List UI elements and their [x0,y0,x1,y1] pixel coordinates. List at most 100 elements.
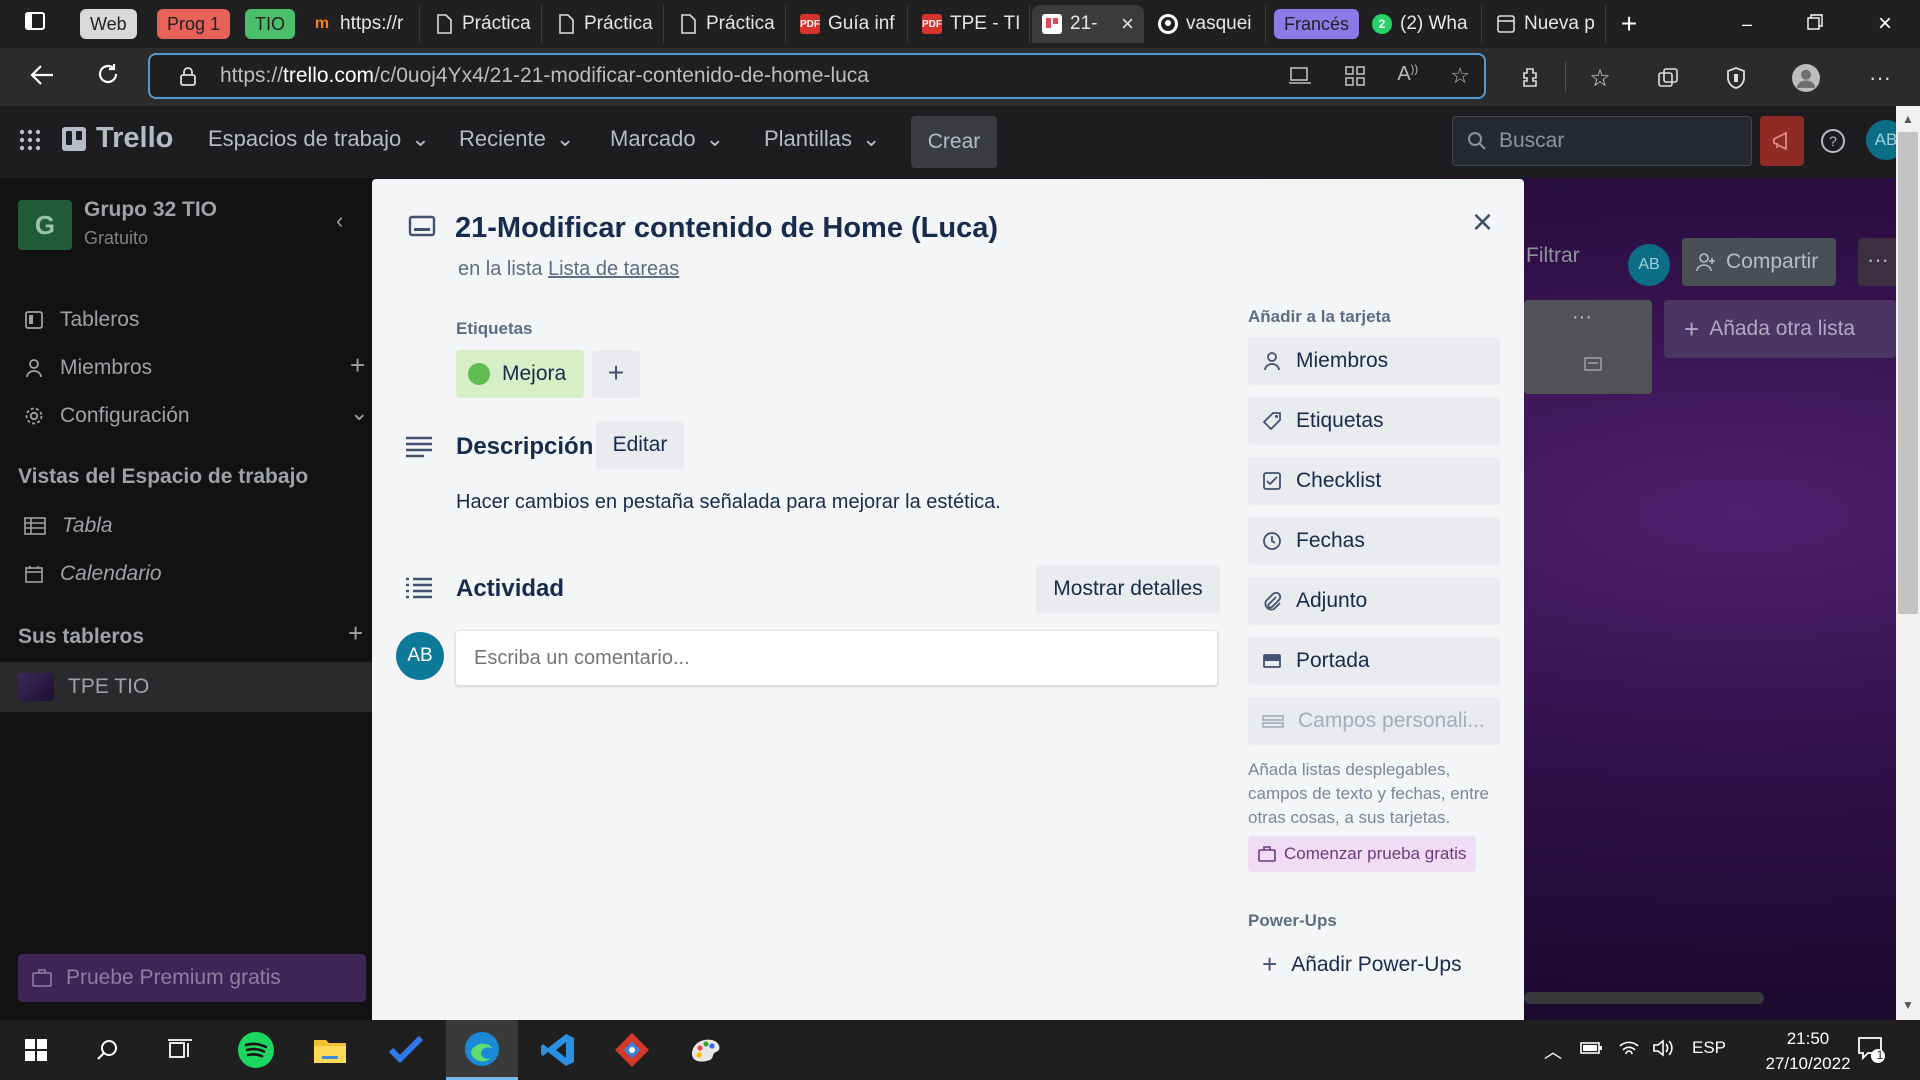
restore-icon[interactable] [1800,10,1830,38]
add-favorite-icon[interactable]: ☆ [1450,63,1470,89]
sidebar-item-members[interactable]: Miembros [24,356,152,380]
label-chip-mejora[interactable]: Mejora [456,350,585,398]
refresh-icon[interactable] [92,62,124,94]
labels-button[interactable]: Etiquetas [1248,397,1500,445]
card-title[interactable]: 21-Modificar contenido de Home (Luca) [455,212,998,245]
tab-group-prog1[interactable]: Prog 1 [157,9,231,39]
tab-guia[interactable]: PDF Guía inf [790,5,908,43]
back-icon[interactable] [26,62,58,94]
tab-new[interactable]: Nueva p [1486,5,1606,43]
clock[interactable]: 21:50 27/10/2022 [1748,1026,1868,1076]
comment-input[interactable] [455,630,1218,686]
close-modal-icon[interactable]: × [1472,201,1493,243]
sidebar-item-settings[interactable]: Configuración [24,404,190,428]
dates-button[interactable]: Fechas [1248,517,1500,565]
todo-icon[interactable] [370,1020,442,1080]
sidebar-item-calendar[interactable]: Calendario [24,562,162,586]
read-aloud-icon[interactable]: A)) [1397,63,1418,86]
new-tab-button[interactable]: + [1614,10,1644,38]
profile-avatar-icon[interactable] [1792,64,1820,92]
more-menu-icon[interactable]: ··· [1866,64,1894,92]
tray-overflow-icon[interactable]: ︿ [1544,1038,1562,1064]
app-switcher-icon[interactable] [18,128,42,152]
nav-starred[interactable]: Marcado ⌄ [610,126,724,152]
list-link[interactable]: Lista de tareas [548,258,679,280]
qr-code-icon[interactable] [1344,65,1366,92]
add-list-button[interactable]: + Añada otra lista [1664,300,1896,358]
edit-description-button[interactable]: Editar [596,421,684,469]
search-input[interactable]: Buscar [1452,116,1752,166]
volume-icon[interactable] [1652,1038,1674,1063]
sidebar-item-boards[interactable]: Tableros [24,308,139,332]
attachment-button[interactable]: Adjunto [1248,577,1500,625]
premium-trial-button[interactable]: Pruebe Premium gratis [18,954,366,1002]
tab-practica-2[interactable]: Práctica [546,5,664,43]
add-board-icon[interactable]: + [348,618,363,649]
nav-workspaces[interactable]: Espacios de trabajo ⌄ [208,126,430,152]
language-indicator[interactable]: ESP [1692,1038,1726,1058]
help-icon[interactable]: ? [1820,128,1846,154]
tab-moodle[interactable]: m https://r [302,5,420,43]
tab-group-frances[interactable]: Francés [1274,9,1360,39]
start-trial-button[interactable]: Comenzar prueba gratis [1248,836,1477,872]
start-icon[interactable] [0,1020,72,1080]
nav-templates[interactable]: Plantillas ⌄ [764,126,880,152]
checklist-button[interactable]: Checklist [1248,457,1500,505]
tab-group-web[interactable]: Web [80,9,137,39]
horizontal-scrollbar[interactable] [1524,992,1764,1004]
git-gui-icon[interactable] [596,1020,668,1080]
tab-trello-active[interactable]: 21- × [1032,5,1144,43]
extensions-icon[interactable] [1516,64,1544,92]
workspace-avatar[interactable]: G [18,200,72,250]
wifi-icon[interactable] [1618,1038,1640,1063]
add-powerups-button[interactable]: + Añadir Power-Ups [1262,949,1462,980]
share-button[interactable]: Compartir [1682,238,1836,286]
sidebar-board-tpe-tio[interactable]: TPE TIO [0,662,372,712]
favorites-icon[interactable]: ☆ [1586,64,1614,92]
tab-actions-icon[interactable] [20,10,50,38]
tab-group-tio[interactable]: TIO [245,9,295,39]
scroll-down-icon[interactable]: ▼ [1902,998,1914,1012]
tab-tpe[interactable]: PDF TPE - TI [912,5,1030,43]
task-view-icon[interactable] [144,1020,216,1080]
show-details-button[interactable]: Mostrar detalles [1036,565,1220,613]
close-tab-icon[interactable]: × [1121,11,1134,37]
shield-icon[interactable] [1722,64,1750,92]
filter-button[interactable]: Filtrar [1526,244,1580,268]
trello-logo[interactable]: Trello [62,122,173,155]
commenter-avatar[interactable]: AB [396,632,444,680]
board-member-avatar[interactable]: AB [1628,244,1670,286]
create-button[interactable]: Crear [911,116,997,168]
paint-icon[interactable] [670,1020,742,1080]
battery-icon[interactable] [1580,1038,1604,1063]
nav-recent[interactable]: Reciente ⌄ [459,126,574,152]
install-app-icon[interactable] [1288,65,1312,92]
vertical-scrollbar[interactable]: ▲ ▼ [1896,106,1920,1020]
board-menu-icon[interactable]: ··· [1858,238,1898,286]
search-icon[interactable] [72,1020,144,1080]
edge-icon[interactable] [446,1020,518,1080]
collections-icon[interactable] [1654,64,1682,92]
cover-button[interactable]: Portada [1248,637,1500,685]
url-text[interactable]: https://trello.com/c/0uoj4Yx4/21-21-modi… [220,64,869,88]
scroll-up-icon[interactable]: ▲ [1902,112,1914,126]
chevron-down-icon[interactable]: ⌄ [350,400,368,426]
add-member-icon[interactable]: + [350,350,365,381]
list-menu-icon[interactable]: ··· [1572,306,1592,329]
minimize-icon[interactable]: – [1732,10,1762,38]
workspace-name[interactable]: Grupo 32 TIO [84,198,217,222]
card-template-icon[interactable] [1584,356,1602,377]
description-text[interactable]: Hacer cambios en pestaña señalada para m… [456,491,1001,514]
members-button[interactable]: Miembros [1248,337,1500,385]
close-window-icon[interactable]: × [1870,10,1900,38]
vscode-icon[interactable] [522,1020,594,1080]
sidebar-item-table[interactable]: Tabla [24,514,113,538]
tab-github[interactable]: vasquei [1148,5,1266,43]
file-explorer-icon[interactable] [294,1020,366,1080]
spotify-icon[interactable] [220,1020,292,1080]
tab-whatsapp[interactable]: 2 (2) Wha [1362,5,1482,43]
notification-center-icon[interactable]: 1 [1856,1034,1886,1069]
url-bar[interactable]: https://trello.com/c/0uoj4Yx4/21-21-modi… [148,53,1486,99]
lock-icon[interactable] [178,66,198,86]
tab-practica-1[interactable]: Práctica [424,5,542,43]
